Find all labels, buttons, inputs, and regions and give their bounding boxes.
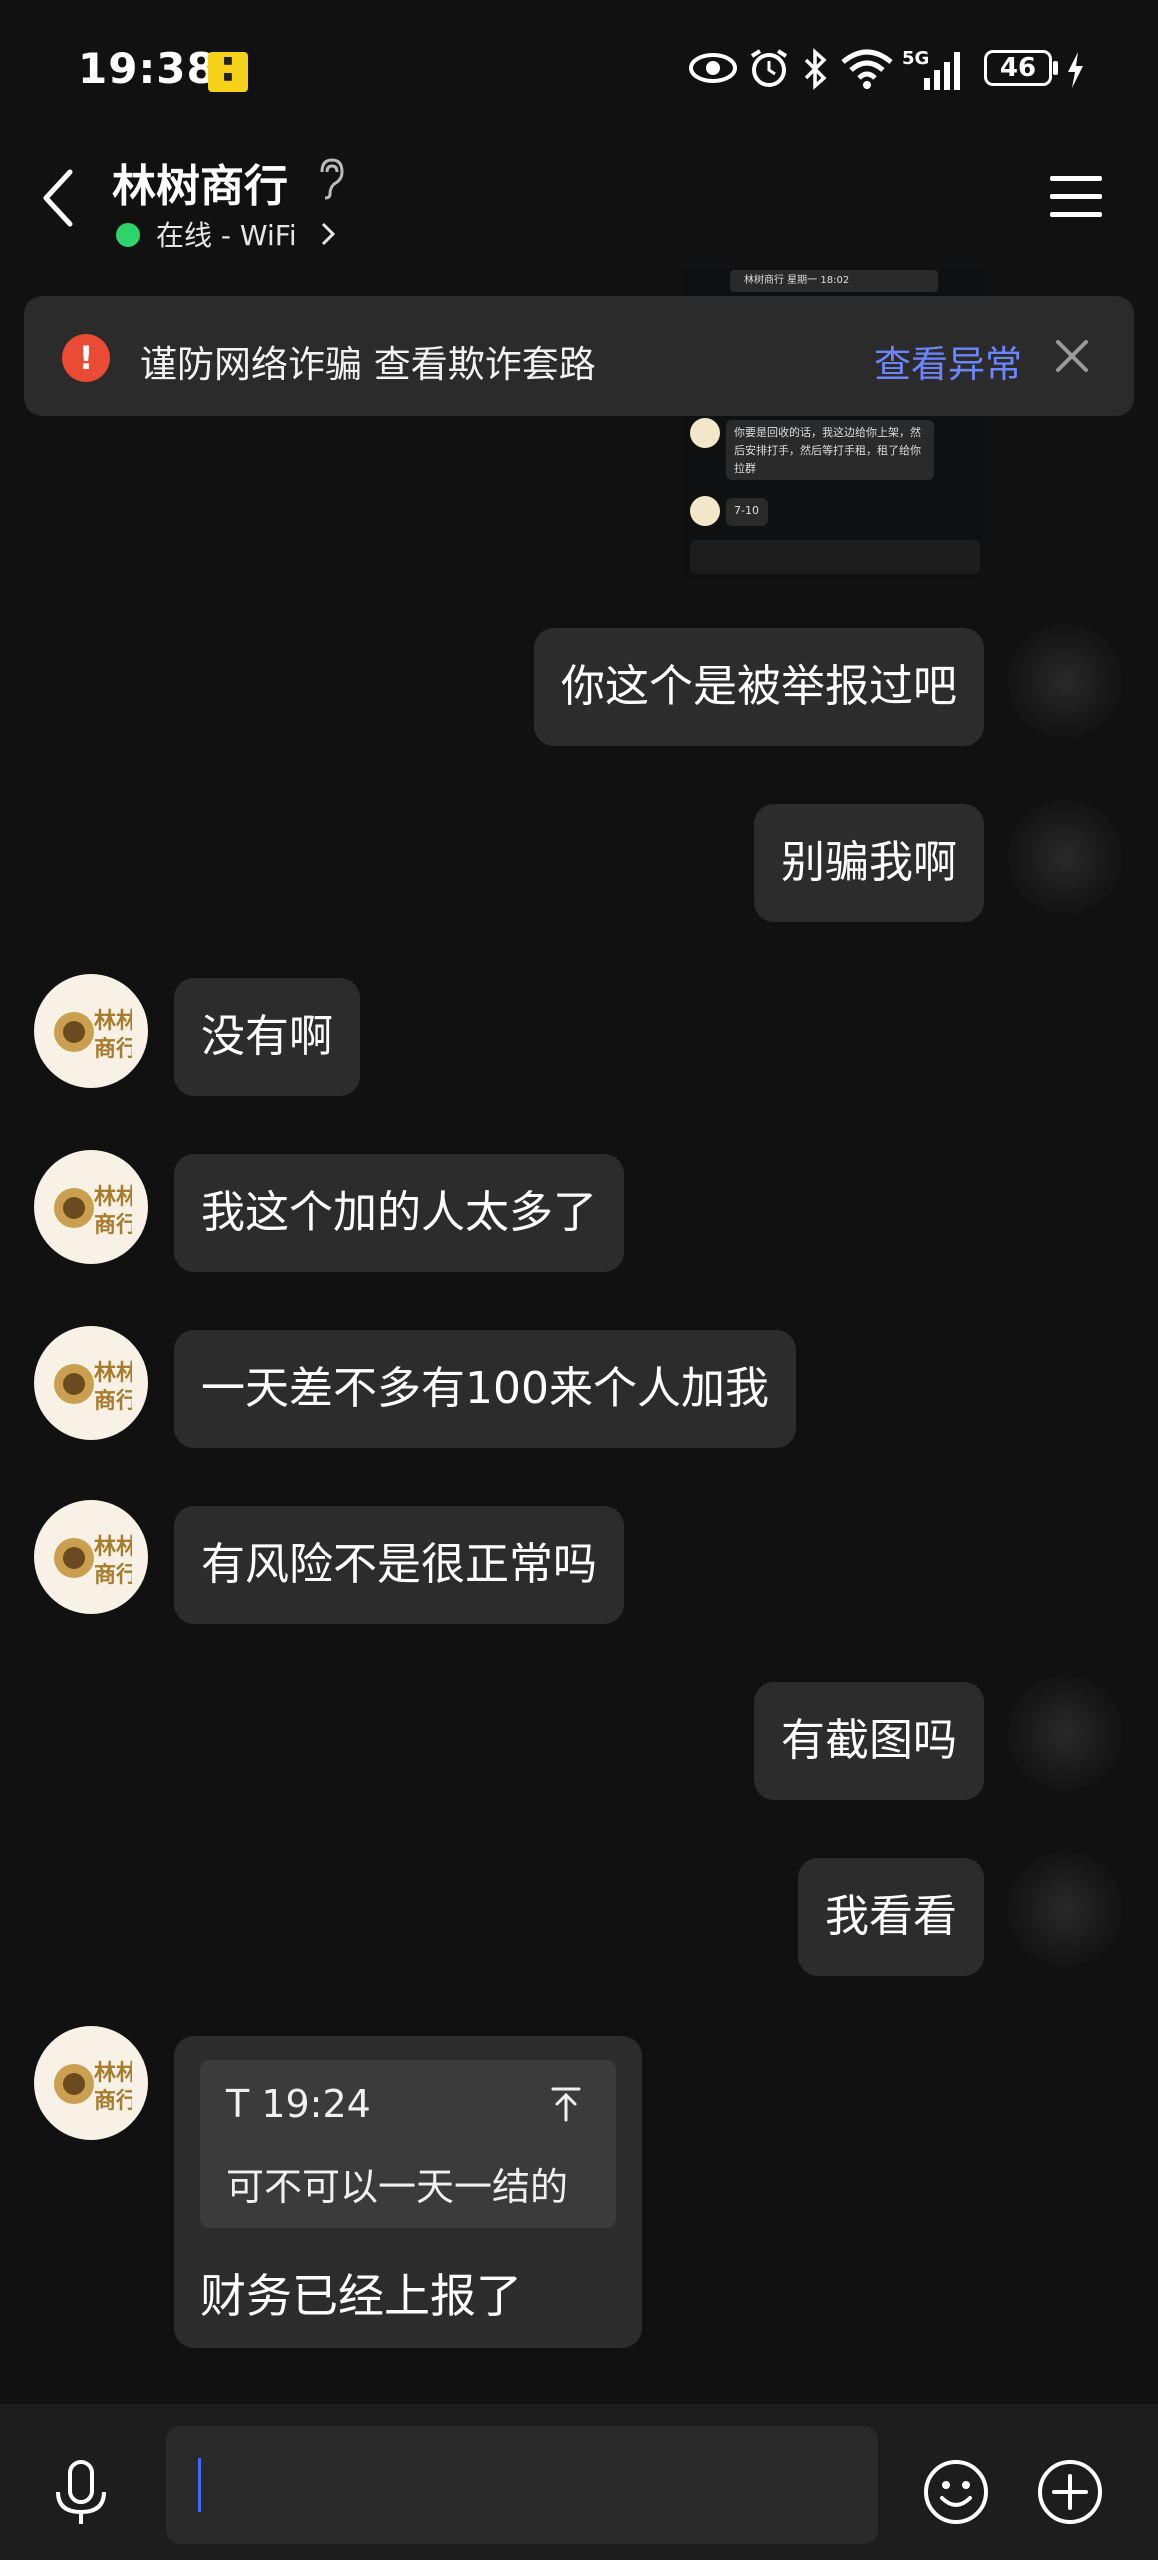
wifi-icon xyxy=(841,49,893,89)
quoted-time: 19:24 xyxy=(261,2082,371,2126)
contact-avatar[interactable]: 林林 商行 xyxy=(34,974,148,1088)
contact-avatar[interactable]: 林林 商行 xyxy=(34,1150,148,1264)
message-bubble-sent[interactable]: 我看看 xyxy=(798,1858,984,1976)
thumbnail-input xyxy=(690,540,980,574)
chat-title[interactable]: 林树商行 xyxy=(112,150,288,214)
my-avatar[interactable] xyxy=(1008,1852,1122,1966)
message-input[interactable] xyxy=(166,2426,878,2544)
jump-to-top-icon[interactable] xyxy=(550,2086,582,2122)
reply-text: 财务已经上报了 xyxy=(200,2269,522,2323)
thumbnail-avatar xyxy=(690,496,720,526)
svg-text:商行: 商行 xyxy=(94,1562,132,1588)
svg-text:商行: 商行 xyxy=(94,1388,132,1414)
microphone-icon[interactable] xyxy=(50,2458,112,2528)
thumbnail-message: 你要是回收的话，我这边给你上架，然后安排打手，然后等打手租，租了给你拉群 xyxy=(726,420,934,480)
text-caret xyxy=(198,2458,201,2512)
svg-text:林林: 林林 xyxy=(94,1009,132,1034)
online-status-dot xyxy=(116,223,140,247)
lion-logo-icon: 林林 商行 xyxy=(54,2061,132,2114)
svg-text:林林: 林林 xyxy=(94,1185,132,1210)
battery-level: 46 xyxy=(999,53,1037,83)
battery-tip xyxy=(1053,61,1058,75)
warning-text: 谨防网络诈骗 查看欺诈套路 xyxy=(140,343,596,386)
quoted-header: T 19:24 xyxy=(226,2082,371,2126)
app-badge-icon: ◼ ◼ xyxy=(208,52,248,92)
warning-icon: ! xyxy=(62,334,110,382)
menu-icon[interactable] xyxy=(1048,174,1104,218)
my-avatar[interactable] xyxy=(1008,624,1122,738)
thumbnail-avatar xyxy=(690,418,720,448)
quoted-sender: T xyxy=(226,2082,250,2126)
message-bubble-received[interactable]: 没有啊 xyxy=(174,978,360,1096)
status-time: 19:38 xyxy=(78,44,217,93)
contact-avatar[interactable]: 林林 商行 xyxy=(34,1500,148,1614)
eye-icon xyxy=(689,53,737,83)
online-status-text[interactable]: 在线 - WiFi xyxy=(156,214,297,254)
message-bubble-received[interactable]: 有风险不是很正常吗 xyxy=(174,1506,624,1624)
message-bubble-sent[interactable]: 你这个是被举报过吧 xyxy=(534,628,984,746)
my-avatar[interactable] xyxy=(1008,800,1122,914)
svg-text:商行: 商行 xyxy=(94,1036,132,1062)
charging-icon xyxy=(1068,52,1083,88)
emoji-icon[interactable] xyxy=(922,2458,990,2526)
battery-icon: 46 xyxy=(984,50,1052,86)
svg-text:商行: 商行 xyxy=(94,1212,132,1238)
my-avatar[interactable] xyxy=(1008,1676,1122,1790)
lion-logo-icon: 林林 商行 xyxy=(54,1361,132,1414)
contact-avatar[interactable]: 林林 商行 xyxy=(34,2026,148,2140)
ear-icon[interactable] xyxy=(314,156,348,200)
warning-link[interactable]: 查看异常 xyxy=(874,334,1022,388)
lion-logo-icon: 林林 商行 xyxy=(54,1009,132,1062)
alarm-icon xyxy=(750,49,788,87)
lion-logo-icon: 林林 商行 xyxy=(54,1185,132,1238)
add-icon[interactable] xyxy=(1036,2458,1104,2526)
quoted-text: 可不可以一天一结的 xyxy=(226,2165,569,2209)
thumbnail-message: 7-10 xyxy=(726,498,768,526)
contact-avatar[interactable]: 林林 商行 xyxy=(34,1326,148,1440)
svg-text:林林: 林林 xyxy=(94,2061,132,2086)
message-bubble-sent[interactable]: 有截图吗 xyxy=(754,1682,984,1800)
signal-icon xyxy=(924,52,960,90)
close-icon[interactable] xyxy=(1054,338,1090,374)
svg-text:林林: 林林 xyxy=(94,1361,132,1386)
message-bubble-received[interactable]: 我这个加的人太多了 xyxy=(174,1154,624,1272)
message-bubble-sent[interactable]: 别骗我啊 xyxy=(754,804,984,922)
svg-text:林林: 林林 xyxy=(94,1535,132,1560)
lion-logo-icon: 林林 商行 xyxy=(54,1535,132,1588)
chevron-right-icon[interactable] xyxy=(318,220,338,248)
svg-text:商行: 商行 xyxy=(94,2088,132,2114)
message-bubble-received[interactable]: 一天差不多有100来个人加我 xyxy=(174,1330,796,1448)
back-icon[interactable] xyxy=(40,168,76,228)
thumbnail-header: 林树商行 星期一 18:02 xyxy=(730,270,938,292)
bluetooth-icon xyxy=(804,48,827,90)
